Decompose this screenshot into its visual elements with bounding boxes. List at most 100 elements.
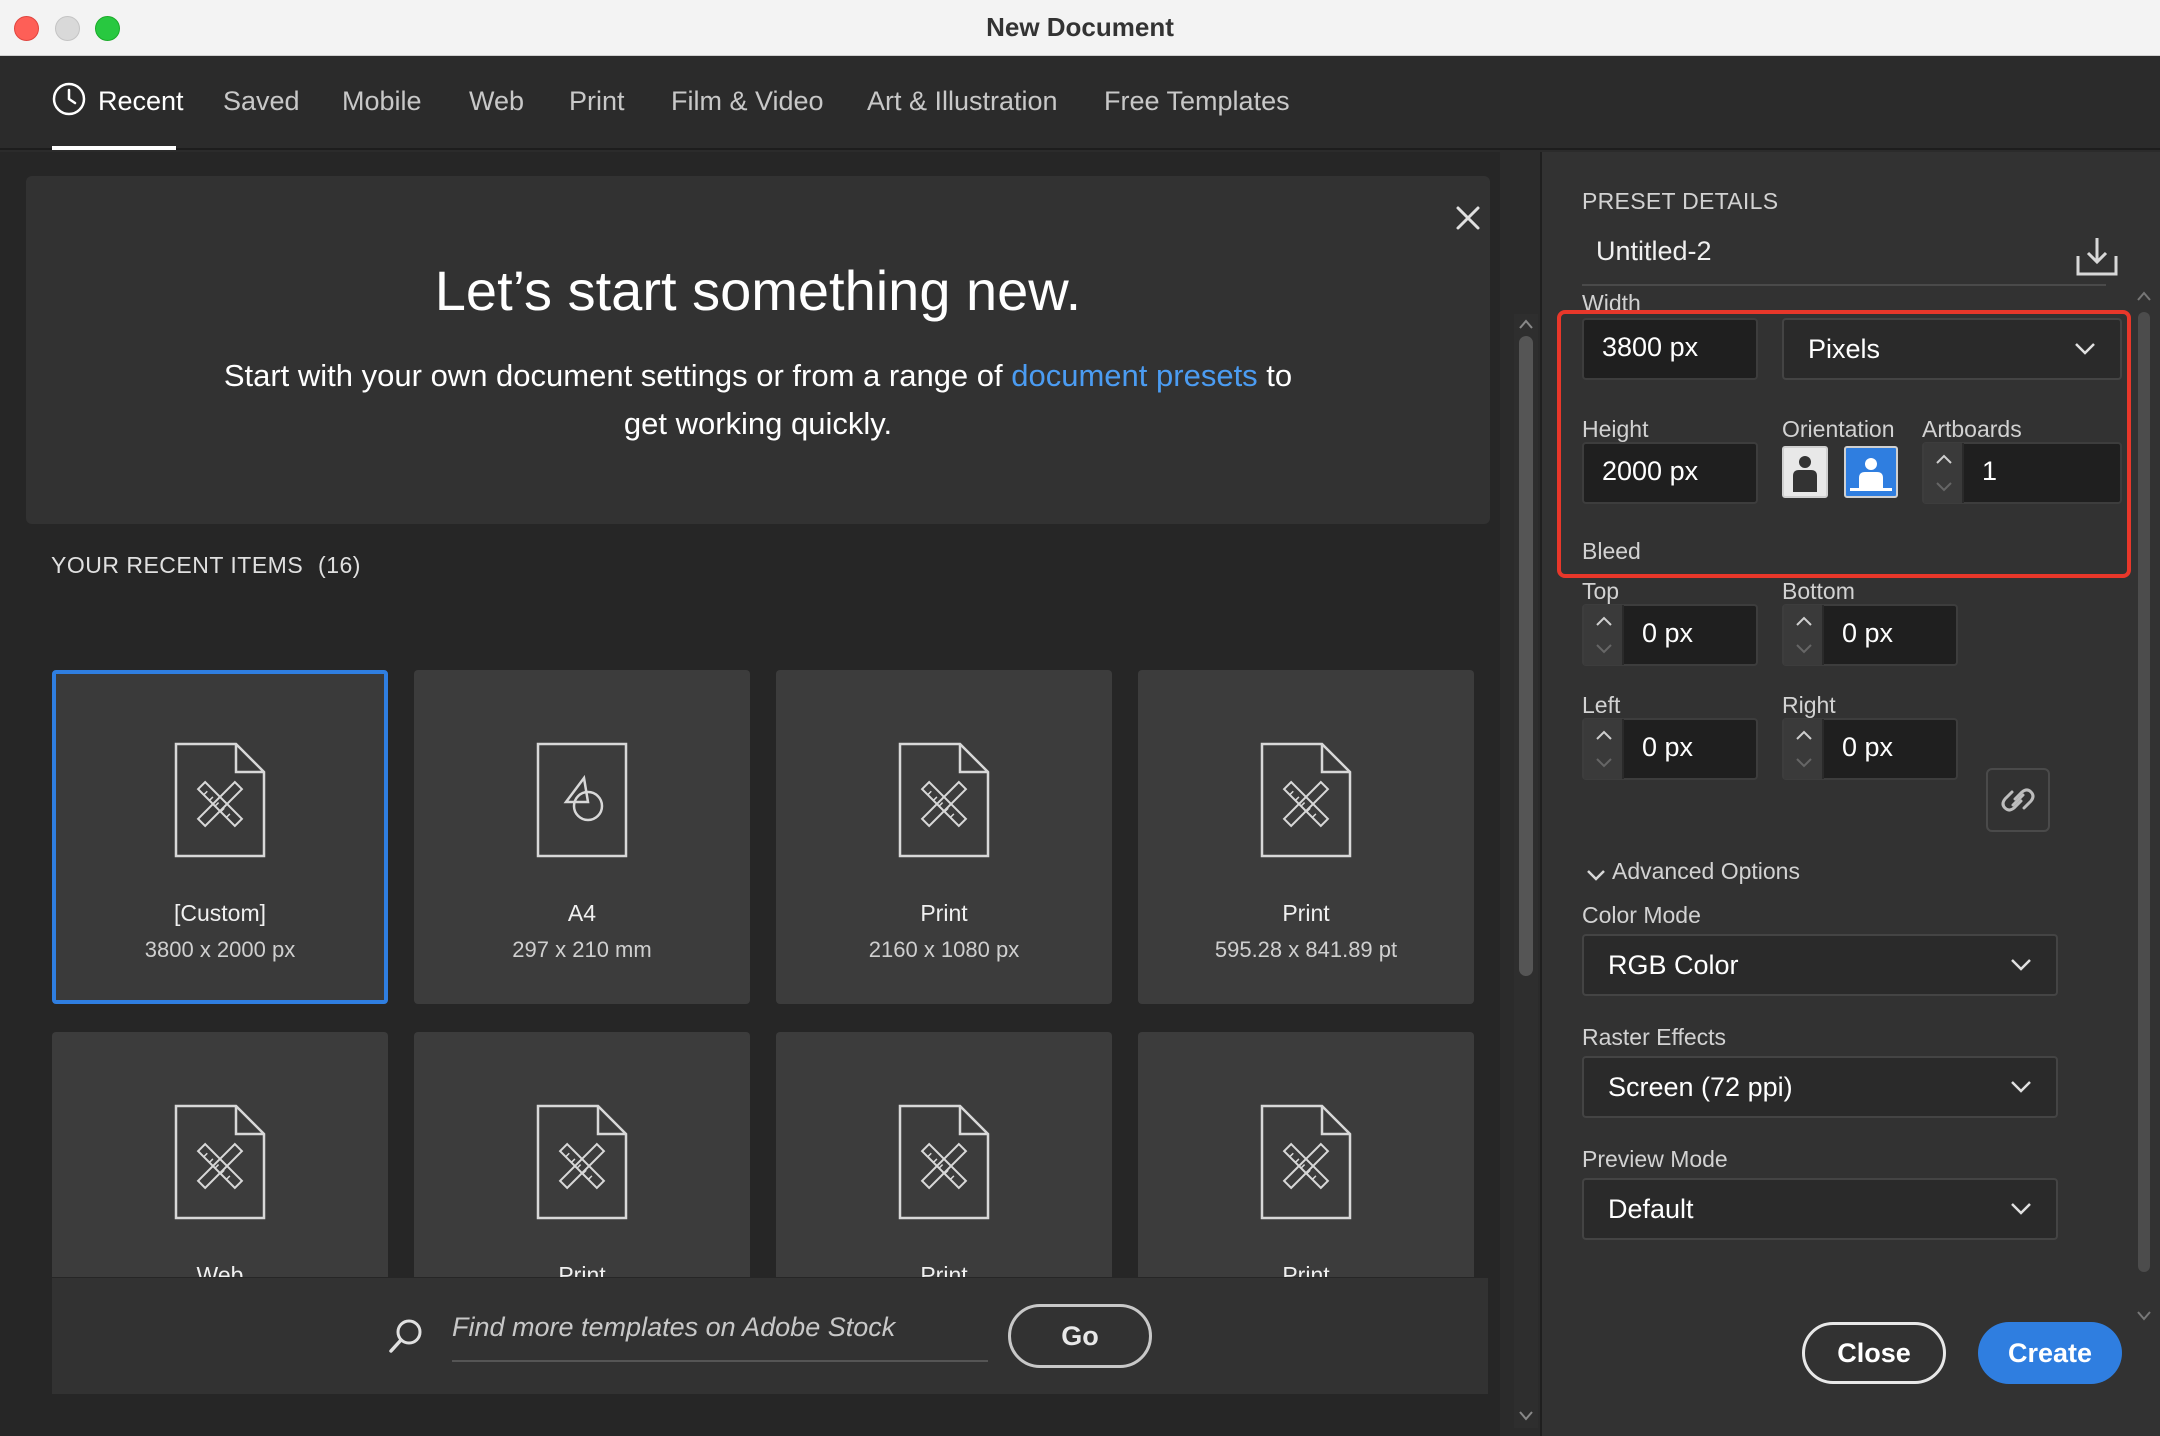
category-tabs: Recent Saved Mobile Web Print Film & Vid… [0, 56, 2160, 150]
scroll-up-icon[interactable] [2136, 290, 2152, 302]
recent-item-card[interactable]: Print1920 x 1920 px [776, 1032, 1112, 1277]
bleed-right-stepper[interactable] [1784, 719, 1824, 779]
go-button[interactable]: Go [1008, 1304, 1152, 1368]
preset-details-heading: PRESET DETAILS [1582, 188, 1779, 214]
document-presets-link[interactable]: document presets [1011, 358, 1257, 393]
chevron-up-icon[interactable] [1795, 729, 1813, 741]
bleed-right-value: 0 px [1842, 732, 1894, 762]
welcome-subtitle-start: Start with your own document settings or… [223, 358, 1012, 393]
chevron-down-icon[interactable] [1795, 643, 1813, 655]
templates-scrollbar[interactable] [1514, 314, 1538, 1428]
chevron-down-icon [2011, 959, 2031, 971]
scroll-up-icon[interactable] [1518, 318, 1534, 330]
bleed-bottom-value: 0 px [1842, 618, 1894, 648]
document-pencil-ruler-icon [1260, 1104, 1352, 1220]
document-pencil-ruler-icon [174, 1104, 266, 1220]
recent-item-name: Print [1282, 900, 1330, 926]
templates-panel: Let’s start something new. Start with yo… [0, 152, 1538, 1436]
title-bar: New Document [0, 0, 2160, 56]
document-shapes-icon [536, 742, 628, 858]
bleed-left-stepper[interactable] [1584, 719, 1624, 779]
chevron-down-icon[interactable] [1595, 643, 1613, 655]
document-pencil-ruler-icon [898, 742, 990, 858]
link-bleed-button[interactable] [1986, 768, 2050, 832]
bleed-bottom-label: Bottom [1782, 578, 1855, 604]
preview-mode-select[interactable]: Default [1582, 1178, 2058, 1240]
raster-effects-select[interactable]: Screen (72 ppi) [1582, 1056, 2058, 1118]
recent-item-name: Print [558, 1262, 606, 1277]
recent-item-dimensions: 297 x 210 mm [512, 937, 652, 962]
clock-icon [52, 82, 86, 116]
bleed-top-stepper[interactable] [1584, 605, 1624, 665]
welcome-banner: Let’s start something new. Start with yo… [26, 176, 1490, 524]
chevron-up-icon[interactable] [1595, 615, 1613, 627]
stock-search-bar: Find more templates on Adobe Stock Go [52, 1278, 1488, 1394]
recent-item-card[interactable]: A4 297 x 210 mm [414, 670, 750, 1004]
chevron-up-icon[interactable] [1595, 729, 1613, 741]
recent-item-dimensions: 3800 x 2000 px [144, 937, 296, 962]
chevron-down-icon[interactable] [1586, 868, 1606, 882]
scrollbar-thumb[interactable] [1519, 336, 1533, 976]
welcome-title: Let’s start something new. [434, 259, 1082, 322]
recent-item-name: Print [1282, 1262, 1330, 1277]
recent-item-card[interactable]: Web1366 x 768 px [52, 1032, 388, 1277]
recent-item-name: Print [920, 1262, 968, 1277]
chevron-up-icon[interactable] [1795, 615, 1813, 627]
chevron-down-icon [2011, 1203, 2031, 1215]
active-tab-indicator [52, 146, 176, 150]
preview-mode-value: Default [1608, 1194, 1694, 1224]
new-document-dialog: Recent Saved Mobile Web Print Film & Vid… [0, 56, 2160, 1436]
recent-item-name: Web [196, 1262, 244, 1277]
close-icon[interactable] [1448, 198, 1488, 238]
recent-items-count: (16) [318, 552, 361, 578]
recent-item-card[interactable]: Print90 x 54 mm [1138, 1032, 1474, 1277]
chevron-down-icon[interactable] [1595, 757, 1613, 769]
recent-item-card[interactable]: Print 595.28 x 841.89 pt [1138, 670, 1474, 1004]
scroll-down-icon[interactable] [2136, 1310, 2152, 1322]
recent-item-dimensions: 2160 x 1080 px [868, 937, 1020, 962]
welcome-subtitle: Start with your own document settings or… [206, 352, 1310, 448]
color-mode-select[interactable]: RGB Color [1582, 934, 2058, 996]
tab-free-templates[interactable]: Free Templates [1104, 86, 1290, 117]
chevron-down-icon[interactable] [1795, 757, 1813, 769]
settings-highlight-box [1557, 310, 2131, 578]
create-button[interactable]: Create [1978, 1322, 2122, 1384]
preset-scrollbar[interactable] [2132, 288, 2156, 1328]
recent-item-card[interactable]: [Custom] 3800 x 2000 px [52, 670, 388, 1004]
chevron-down-icon [2011, 1081, 2031, 1093]
tab-mobile[interactable]: Mobile [342, 86, 422, 117]
recent-item-name: [Custom] [173, 900, 267, 926]
stock-search-input[interactable]: Find more templates on Adobe Stock [452, 1306, 988, 1362]
search-icon [389, 1319, 422, 1353]
close-button[interactable]: Close [1802, 1322, 1946, 1384]
color-mode-label: Color Mode [1582, 902, 1701, 928]
tab-web[interactable]: Web [469, 86, 524, 117]
recent-item-card[interactable]: Print 2160 x 1080 px [776, 670, 1112, 1004]
bleed-top-label: Top [1582, 578, 1620, 604]
advanced-options-toggle[interactable]: Advanced Options [1612, 858, 1800, 885]
scrollbar-thumb[interactable] [2138, 312, 2150, 1272]
scroll-down-icon[interactable] [1518, 1410, 1534, 1422]
tab-saved[interactable]: Saved [223, 86, 300, 117]
link-icon [2001, 788, 2035, 812]
templates-scroll-area: Let’s start something new. Start with yo… [0, 152, 1500, 1277]
recent-item-dimensions: 595.28 x 841.89 pt [1214, 937, 1398, 962]
save-preset-icon[interactable] [2074, 234, 2120, 280]
bleed-bottom-stepper[interactable] [1784, 605, 1824, 665]
document-pencil-ruler-icon [898, 1104, 990, 1220]
recent-item-name: Print [920, 900, 968, 926]
raster-effects-label: Raster Effects [1582, 1024, 1727, 1050]
preview-mode-label: Preview Mode [1582, 1146, 1728, 1172]
bleed-left-label: Left [1582, 692, 1621, 718]
tab-film-video[interactable]: Film & Video [671, 86, 824, 117]
bleed-right-label: Right [1782, 692, 1836, 718]
tab-print[interactable]: Print [569, 86, 625, 117]
tab-recent[interactable]: Recent [98, 86, 184, 117]
bleed-left-value: 0 px [1642, 732, 1694, 762]
raster-effects-value: Screen (72 ppi) [1608, 1072, 1793, 1102]
tab-art-illustration[interactable]: Art & Illustration [867, 86, 1058, 117]
document-name-input[interactable]: Untitled-2 [1582, 230, 2106, 286]
recent-items-title: YOUR RECENT ITEMS [51, 552, 304, 578]
recent-item-card[interactable]: Print1000 x 2000 px [414, 1032, 750, 1277]
document-pencil-ruler-icon [1260, 742, 1352, 858]
